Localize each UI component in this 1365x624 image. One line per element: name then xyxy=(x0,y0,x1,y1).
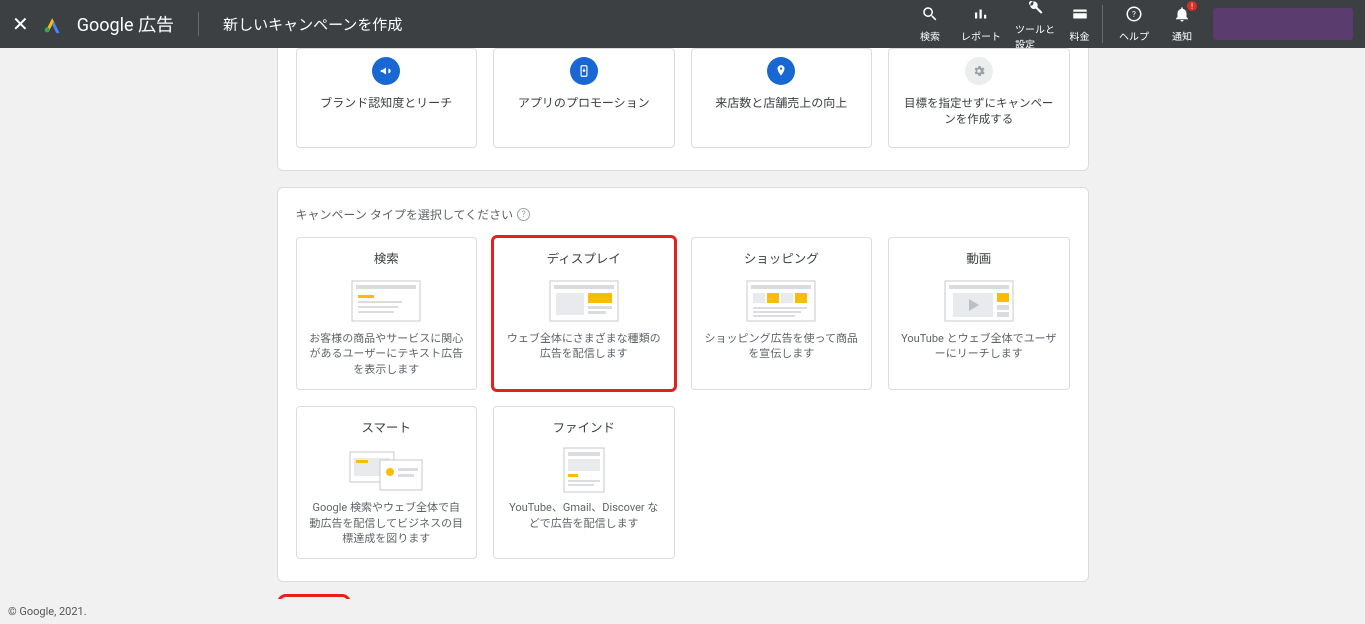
header-reports-label: レポート xyxy=(961,28,1001,43)
goal-label: 目標を指定せずにキャンペーンを作成する xyxy=(899,95,1059,127)
illus-search-icon xyxy=(346,277,426,325)
type-desc: ショッピング広告を使って商品を宣伝します xyxy=(704,331,860,362)
illus-display-icon xyxy=(544,277,624,325)
illus-video-icon xyxy=(939,277,1019,325)
goals-panel: ブランド認知度とリーチ アプリのプロモーション 来店数と店舗売上の向上 目標を指… xyxy=(277,48,1089,171)
type-card-video[interactable]: 動画 YouTube とウェブ全体でユーザーにリーチします xyxy=(888,237,1070,390)
help-icon: ? xyxy=(1125,5,1143,26)
bell-icon: ! xyxy=(1173,5,1191,26)
account-switcher[interactable] xyxy=(1213,8,1353,40)
type-title: ショッピング xyxy=(744,248,819,267)
type-title: スマート xyxy=(361,417,411,436)
type-card-shopping[interactable]: ショッピング ショッピング広告を使って商品を宣伝します xyxy=(691,237,873,390)
illus-shopping-icon xyxy=(741,277,821,325)
footer-copyright: © Google, 2021. xyxy=(0,599,1365,624)
divider xyxy=(198,12,199,36)
header-reports-button[interactable]: レポート xyxy=(961,5,1001,43)
notification-badge: ! xyxy=(1187,1,1197,11)
header-search-button[interactable]: 検索 xyxy=(913,5,947,43)
type-title: ディスプレイ xyxy=(547,248,621,267)
megaphone-icon xyxy=(372,57,400,85)
type-card-display[interactable]: ディスプレイ ウェブ全体にさまざまな種類の広告を配信します xyxy=(493,237,675,390)
header-tools-label: ツールと 設定 xyxy=(1015,21,1055,51)
header-search-label: 検索 xyxy=(920,28,940,43)
type-title: ファインド xyxy=(552,417,615,436)
goal-card-app-promotion[interactable]: アプリのプロモーション xyxy=(493,48,675,148)
main-content: ブランド認知度とリーチ アプリのプロモーション 来店数と店舗売上の向上 目標を指… xyxy=(277,48,1089,599)
type-title: 動画 xyxy=(966,248,991,267)
pin-icon xyxy=(767,57,795,85)
brand-label: Google 広告 xyxy=(77,11,174,37)
header-billing-label: 料金 xyxy=(1070,28,1090,43)
close-icon[interactable]: ✕ xyxy=(12,12,29,36)
type-desc: YouTube、Gmail、Discover などで広告を配信します xyxy=(506,500,662,531)
goal-card-no-goal[interactable]: 目標を指定せずにキャンペーンを作成する xyxy=(888,48,1070,148)
goal-card-brand-awareness[interactable]: ブランド認知度とリーチ xyxy=(296,48,478,148)
type-desc: お客様の商品やサービスに関心があるユーザーにテキスト広告を表示します xyxy=(309,331,465,377)
goal-card-store-visits[interactable]: 来店数と店舗売上の向上 xyxy=(691,48,873,148)
app-header: ✕ Google 広告 新しいキャンペーンを作成 検索 レポート ツールと 設定… xyxy=(0,0,1365,48)
gear-icon xyxy=(965,57,993,85)
header-billing-button[interactable]: 料金 xyxy=(1069,5,1103,43)
search-icon xyxy=(921,5,939,26)
type-desc: ウェブ全体にさまざまな種類の広告を配信します xyxy=(506,331,662,362)
illus-smart-icon xyxy=(346,446,426,494)
panel-title-row: キャンペーン タイプを選択してください ? xyxy=(296,206,1070,223)
app-download-icon xyxy=(570,57,598,85)
type-desc: YouTube とウェブ全体でユーザーにリーチします xyxy=(901,331,1057,362)
type-desc: Google 検索やウェブ全体で自動広告を配信してビジネスの目標達成を図ります xyxy=(309,500,465,546)
goal-label: ブランド認知度とリーチ xyxy=(320,95,452,112)
chart-icon xyxy=(972,5,990,26)
card-icon xyxy=(1071,5,1089,26)
wrench-icon xyxy=(1026,0,1044,19)
header-notif-label: 通知 xyxy=(1172,28,1192,43)
page-title: 新しいキャンペーンを作成 xyxy=(223,14,402,35)
header-tools-settings-button[interactable]: ツールと 設定 xyxy=(1015,0,1055,51)
panel-title: キャンペーン タイプを選択してください xyxy=(296,206,514,223)
type-title: 検索 xyxy=(374,248,399,267)
type-card-smart[interactable]: スマート Google 検索やウェブ全体で自動広告を配信してビジネスの目標達成を… xyxy=(296,406,478,559)
header-notifications-button[interactable]: ! 通知 xyxy=(1165,5,1199,43)
svg-text:?: ? xyxy=(1132,10,1136,20)
goal-label: 来店数と店舗売上の向上 xyxy=(715,95,847,112)
type-card-search[interactable]: 検索 お客様の商品やサービスに関心があるユーザーにテキスト広告を表示します xyxy=(296,237,478,390)
goal-label: アプリのプロモーション xyxy=(518,95,650,112)
help-tooltip-icon[interactable]: ? xyxy=(517,208,530,221)
campaign-type-panel: キャンペーン タイプを選択してください ? 検索 お客様の商品やサービスに関心が… xyxy=(277,187,1089,582)
illus-discovery-icon xyxy=(544,446,624,494)
header-help-label: ヘルプ xyxy=(1119,28,1149,43)
google-ads-logo-icon xyxy=(43,14,63,34)
type-card-discovery[interactable]: ファインド YouTube、Gmail、Discover などで広告を配信します xyxy=(493,406,675,559)
header-help-button[interactable]: ? ヘルプ xyxy=(1117,5,1151,43)
